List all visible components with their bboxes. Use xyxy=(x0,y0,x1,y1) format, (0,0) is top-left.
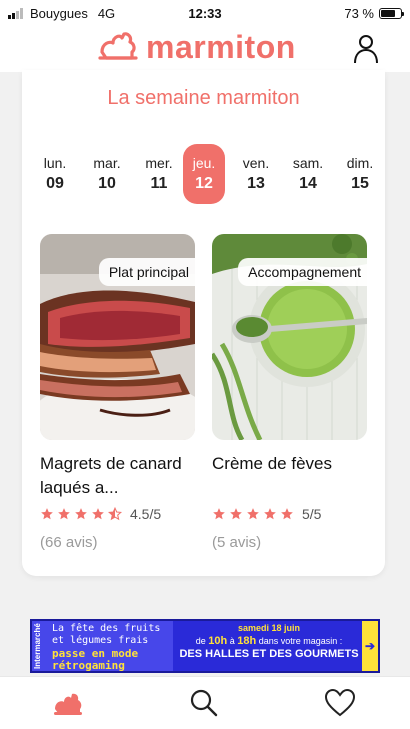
ad-hours-from: 10h xyxy=(208,635,228,647)
week-menu-card: La semaine marmiton lun. 09 mar. 10 mer. 11… xyxy=(22,70,385,576)
recipe-category-tag: Plat principal xyxy=(98,258,195,286)
day-number: 14 xyxy=(299,175,317,192)
battery-icon xyxy=(379,8,404,19)
day-number: 10 xyxy=(98,175,116,192)
day-fri[interactable]: ven. 13 xyxy=(235,144,277,204)
recipe-name[interactable]: Crème de fèves xyxy=(212,452,367,500)
day-mon[interactable]: lun. 09 xyxy=(34,144,76,204)
search-icon xyxy=(190,689,218,717)
recipe-rating: 4.5/5 xyxy=(40,506,195,522)
status-bar: Bouygues 4G 12:33 73 % xyxy=(0,0,410,26)
day-number: 09 xyxy=(46,175,64,192)
user-icon xyxy=(354,35,378,64)
day-wed[interactable]: mer. 11 xyxy=(138,144,180,204)
star-full-icon xyxy=(281,508,293,520)
chef-hat-icon xyxy=(54,693,82,715)
recipe-category-tag: Accompagnement xyxy=(238,258,367,286)
ad-store: DES HALLES ET DES GOURMETS xyxy=(179,648,359,660)
day-number: 15 xyxy=(351,175,369,192)
star-full-icon xyxy=(58,508,70,520)
ad-left-panel: Intermarché La fête des fruits et légume… xyxy=(32,621,173,671)
status-right: 73 % xyxy=(344,6,404,21)
ad-hours-to: 18h xyxy=(237,635,257,647)
arrow-right-icon[interactable]: ➔ xyxy=(362,621,378,671)
ad-hours-mid: à xyxy=(229,636,235,646)
tab-search[interactable] xyxy=(188,687,220,719)
recipe-card[interactable]: Plat principal Magrets de canard laqués … xyxy=(40,234,195,551)
ad-hours: de 10h à 18h dans votre magasin : xyxy=(174,635,364,647)
star-full-icon xyxy=(41,508,53,520)
card-title: La semaine marmiton xyxy=(107,87,300,109)
star-full-icon xyxy=(213,508,225,520)
heart-icon xyxy=(324,688,356,717)
rating-score: 5/5 xyxy=(302,506,322,522)
user-account-button[interactable] xyxy=(352,33,380,65)
ad-brand: Intermarché xyxy=(33,623,42,669)
day-name: lun. xyxy=(43,155,67,171)
brand-wordmark: marmiton xyxy=(146,28,296,65)
ad-line: La fête des fruits xyxy=(52,623,161,634)
app-header: marmiton xyxy=(0,26,410,72)
recipe-rating: 5/5 xyxy=(212,506,367,522)
tab-favorites[interactable] xyxy=(324,687,356,719)
day-name: sam. xyxy=(292,155,324,171)
day-name: mer. xyxy=(145,155,173,171)
ad-banner[interactable]: Intermarché La fête des fruits et légume… xyxy=(30,619,380,673)
battery-percent: 73 % xyxy=(344,6,374,21)
day-tue[interactable]: mar. 10 xyxy=(86,144,128,204)
day-number: 12 xyxy=(195,175,213,192)
day-name: dim. xyxy=(346,155,374,171)
day-thu-selected[interactable]: jeu. 12 xyxy=(183,144,225,204)
day-name: jeu. xyxy=(192,155,216,171)
star-full-icon xyxy=(92,508,104,520)
day-selector: lun. 09 mar. 10 mer. 11 jeu. 12 ven. 13 sam. 1… xyxy=(30,144,377,204)
star-full-icon xyxy=(247,508,259,520)
recipe-photo[interactable]: Accompagnement xyxy=(212,234,367,440)
chef-hat-logo-icon xyxy=(98,32,138,60)
star-full-icon xyxy=(75,508,87,520)
review-count: (5 avis) xyxy=(212,534,262,551)
star-full-icon xyxy=(230,508,242,520)
recipe-card[interactable]: Accompagnement Crème de fèves 5/5 (5 avi… xyxy=(212,234,367,551)
day-sun[interactable]: dim. 15 xyxy=(339,144,381,204)
rating-score: 4.5/5 xyxy=(130,506,162,522)
ad-right-panel: samedi 18 juin de 10h à 18h dans votre m… xyxy=(174,621,364,671)
bottom-tab-bar xyxy=(0,676,410,729)
day-number: 13 xyxy=(247,175,265,192)
recipe-photo[interactable]: Plat principal xyxy=(40,234,195,440)
ad-line: rétrogaming xyxy=(52,659,125,672)
star-half-icon xyxy=(108,507,122,521)
day-name: mar. xyxy=(93,155,121,171)
star-full-icon xyxy=(264,508,276,520)
ad-date: samedi 18 juin xyxy=(237,623,301,633)
day-name: ven. xyxy=(242,155,270,171)
day-sat[interactable]: sam. 14 xyxy=(287,144,329,204)
recipe-name[interactable]: Magrets de canard laqués a... xyxy=(40,452,195,500)
ad-hours-post: dans votre magasin : xyxy=(258,636,343,646)
ad-hours-pre: de xyxy=(195,636,206,646)
tab-home[interactable] xyxy=(52,687,84,719)
day-number: 11 xyxy=(150,175,168,192)
brand-logo[interactable]: marmiton xyxy=(98,28,296,66)
ad-line: et légumes frais xyxy=(52,635,149,646)
review-count: (66 avis) xyxy=(40,534,98,551)
